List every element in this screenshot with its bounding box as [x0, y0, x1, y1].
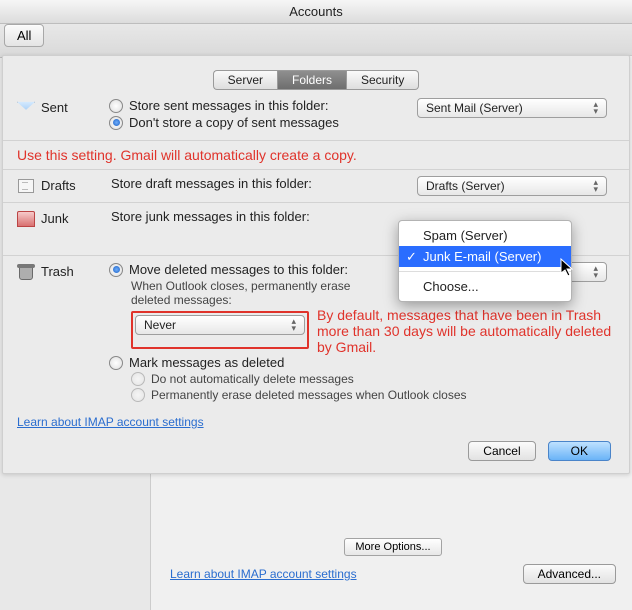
window-title: Accounts [0, 0, 632, 24]
section-sent: Sent Store sent messages in this folder:… [3, 92, 629, 141]
section-drafts: Drafts Store draft messages in this fold… [3, 169, 629, 203]
text-trash-sub: When Outlook closes, permanently erase d… [131, 279, 381, 307]
text-dont-store-sent: Don't store a copy of sent messages [129, 115, 339, 130]
trash-icon [17, 264, 35, 280]
label-trash: Trash [41, 264, 74, 279]
junk-icon [17, 211, 35, 227]
dialog-buttons: Cancel OK [3, 431, 629, 465]
text-junk: Store junk messages in this folder: [111, 209, 310, 224]
annotation-trash: By default, messages that have been in T… [309, 307, 615, 355]
trash-timing-value: Never [144, 318, 176, 332]
text-store-sent: Store sent messages in this folder: [129, 98, 328, 113]
chevron-updown-icon: ▴▾ [593, 179, 598, 193]
label-sent: Sent [41, 100, 68, 115]
cancel-button[interactable]: Cancel [468, 441, 535, 461]
radio-mark-deleted[interactable] [109, 356, 123, 370]
tab-security[interactable]: Security [347, 70, 419, 90]
text-erase-on-close: Permanently erase deleted messages when … [151, 388, 467, 402]
radio-move-deleted[interactable] [109, 263, 123, 277]
radio-no-autodelete[interactable] [131, 372, 145, 386]
select-trash-timing[interactable]: Never ▴▾ [135, 315, 305, 335]
chevron-updown-icon: ▴▾ [593, 101, 598, 115]
advanced-button[interactable]: Advanced... [523, 564, 616, 584]
chevron-updown-icon: ▴▾ [593, 265, 598, 279]
link-learn-imap-bg[interactable]: Learn about IMAP account settings [170, 567, 357, 581]
tab-server[interactable]: Server [213, 70, 277, 90]
drafts-folder-value: Drafts (Server) [426, 179, 505, 193]
text-move-deleted: Move deleted messages to this folder: [129, 262, 348, 277]
all-button[interactable]: All [4, 24, 44, 47]
dropdown-item-junk[interactable]: Junk E-mail (Server) [399, 246, 571, 267]
drafts-icon [17, 178, 35, 194]
label-junk: Junk [41, 211, 68, 226]
text-mark-deleted: Mark messages as deleted [129, 355, 284, 370]
ok-button[interactable]: OK [548, 441, 611, 461]
sent-icon [17, 100, 35, 116]
tab-folders[interactable]: Folders [277, 70, 347, 90]
radio-erase-on-close[interactable] [131, 388, 145, 402]
select-drafts-folder[interactable]: Drafts (Server) ▴▾ [417, 176, 607, 196]
toolbar: All [0, 24, 632, 58]
background-settings: More Options... Learn about IMAP account… [160, 534, 626, 588]
chevron-updown-icon: ▴▾ [291, 318, 296, 332]
dropdown-separator [399, 271, 571, 272]
text-drafts: Store draft messages in this folder: [111, 176, 312, 191]
dropdown-item-choose[interactable]: Choose... [399, 276, 571, 297]
annotation-sent: Use this setting. Gmail will automatical… [3, 141, 629, 169]
tab-bar: Server Folders Security [3, 56, 629, 92]
radio-store-sent[interactable] [109, 99, 123, 113]
junk-folder-dropdown: Spam (Server) Junk E-mail (Server) Choos… [398, 220, 572, 302]
link-learn-imap[interactable]: Learn about IMAP account settings [17, 415, 204, 429]
more-options-button[interactable]: More Options... [344, 538, 441, 556]
select-sent-folder[interactable]: Sent Mail (Server) ▴▾ [417, 98, 607, 118]
text-no-autodelete: Do not automatically delete messages [151, 372, 354, 386]
dropdown-item-spam[interactable]: Spam (Server) [399, 225, 571, 246]
sent-folder-value: Sent Mail (Server) [426, 101, 523, 115]
radio-dont-store-sent[interactable] [109, 116, 123, 130]
label-drafts: Drafts [41, 178, 76, 193]
